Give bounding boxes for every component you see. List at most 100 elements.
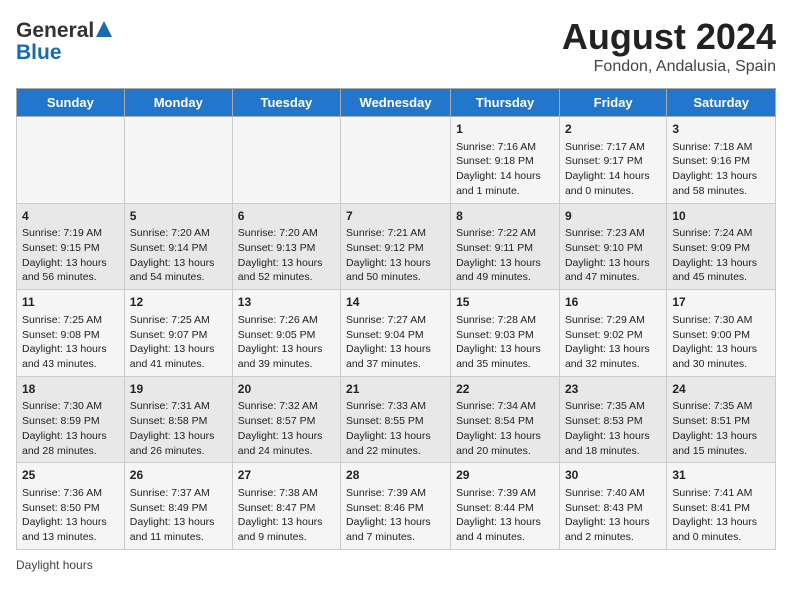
- calendar-cell: 23Sunrise: 7:35 AM Sunset: 8:53 PM Dayli…: [559, 376, 666, 463]
- day-of-week-header: Saturday: [667, 89, 776, 117]
- day-info: Sunrise: 7:22 AM Sunset: 9:11 PM Dayligh…: [456, 226, 554, 285]
- day-info: Sunrise: 7:24 AM Sunset: 9:09 PM Dayligh…: [672, 226, 770, 285]
- calendar-cell: 24Sunrise: 7:35 AM Sunset: 8:51 PM Dayli…: [667, 376, 776, 463]
- day-info: Sunrise: 7:30 AM Sunset: 9:00 PM Dayligh…: [672, 313, 770, 372]
- day-info: Sunrise: 7:21 AM Sunset: 9:12 PM Dayligh…: [346, 226, 445, 285]
- calendar-week-row: 18Sunrise: 7:30 AM Sunset: 8:59 PM Dayli…: [17, 376, 776, 463]
- day-number: 19: [130, 381, 227, 398]
- day-of-week-header: Monday: [124, 89, 232, 117]
- day-info: Sunrise: 7:36 AM Sunset: 8:50 PM Dayligh…: [22, 486, 119, 545]
- calendar-week-row: 25Sunrise: 7:36 AM Sunset: 8:50 PM Dayli…: [17, 463, 776, 550]
- day-number: 7: [346, 208, 445, 225]
- day-info: Sunrise: 7:32 AM Sunset: 8:57 PM Dayligh…: [238, 399, 335, 458]
- logo-blue-text: Blue: [16, 41, 62, 64]
- day-info: Sunrise: 7:30 AM Sunset: 8:59 PM Dayligh…: [22, 399, 119, 458]
- logo-general-text: General: [16, 20, 94, 41]
- day-number: 27: [238, 467, 335, 484]
- calendar-cell: 21Sunrise: 7:33 AM Sunset: 8:55 PM Dayli…: [341, 376, 451, 463]
- day-number: 14: [346, 294, 445, 311]
- day-info: Sunrise: 7:31 AM Sunset: 8:58 PM Dayligh…: [130, 399, 227, 458]
- calendar-cell: 8Sunrise: 7:22 AM Sunset: 9:11 PM Daylig…: [451, 203, 560, 290]
- calendar-cell: 30 Sunrise: 7:40 AM Sunset: 8:43 PM Dayli…: [559, 463, 666, 550]
- calendar-cell: [17, 117, 125, 204]
- calendar-cell: 26 Sunrise: 7:37 AM Sunset: 8:49 PM Dayli…: [124, 463, 232, 550]
- day-number: 10: [672, 208, 770, 225]
- day-info: Sunrise: 7:23 AM Sunset: 9:10 PM Dayligh…: [565, 226, 661, 285]
- calendar-cell: 2 Sunrise: 7:17 AM Sunset: 9:17 PM Daylig…: [559, 117, 666, 204]
- day-of-week-header: Wednesday: [341, 89, 451, 117]
- footer: Daylight hours: [16, 558, 776, 572]
- calendar-cell: 14Sunrise: 7:27 AM Sunset: 9:04 PM Dayli…: [341, 290, 451, 377]
- day-number: 31: [672, 467, 770, 484]
- calendar-cell: 1 Sunrise: 7:16 AM Sunset: 9:18 PM Daylig…: [451, 117, 560, 204]
- day-info: Sunrise: 7:16 AM Sunset: 9:18 PM Dayligh…: [456, 140, 554, 199]
- day-info: Sunrise: 7:35 AM Sunset: 8:53 PM Dayligh…: [565, 399, 661, 458]
- calendar-cell: 7Sunrise: 7:21 AM Sunset: 9:12 PM Daylig…: [341, 203, 451, 290]
- day-number: 30: [565, 467, 661, 484]
- day-info: Sunrise: 7:25 AM Sunset: 9:08 PM Dayligh…: [22, 313, 119, 372]
- calendar-cell: [124, 117, 232, 204]
- day-info: Sunrise: 7:25 AM Sunset: 9:07 PM Dayligh…: [130, 313, 227, 372]
- calendar-cell: 3 Sunrise: 7:18 AM Sunset: 9:16 PM Daylig…: [667, 117, 776, 204]
- day-info: Sunrise: 7:26 AM Sunset: 9:05 PM Dayligh…: [238, 313, 335, 372]
- calendar-cell: 16 Sunrise: 7:29 AM Sunset: 9:02 PM Dayli…: [559, 290, 666, 377]
- day-number: 24: [672, 381, 770, 398]
- day-number: 22: [456, 381, 554, 398]
- day-number: 17: [672, 294, 770, 311]
- calendar-cell: [232, 117, 340, 204]
- calendar-week-row: 4Sunrise: 7:19 AM Sunset: 9:15 PM Daylig…: [17, 203, 776, 290]
- day-number: 1: [456, 121, 554, 138]
- day-info: Sunrise: 7:41 AM Sunset: 8:41 PM Dayligh…: [672, 486, 770, 545]
- day-number: 8: [456, 208, 554, 225]
- calendar-cell: 29 Sunrise: 7:39 AM Sunset: 8:44 PM Dayli…: [451, 463, 560, 550]
- day-number: 28: [346, 467, 445, 484]
- day-number: 5: [130, 208, 227, 225]
- day-info: Sunrise: 7:33 AM Sunset: 8:55 PM Dayligh…: [346, 399, 445, 458]
- day-of-week-header: Friday: [559, 89, 666, 117]
- day-info: Sunrise: 7:39 AM Sunset: 8:44 PM Dayligh…: [456, 486, 554, 545]
- day-info: Sunrise: 7:20 AM Sunset: 9:13 PM Dayligh…: [238, 226, 335, 285]
- calendar-cell: [341, 117, 451, 204]
- logo: General Blue: [16, 16, 116, 65]
- calendar-week-row: 11Sunrise: 7:25 AM Sunset: 9:08 PM Dayli…: [17, 290, 776, 377]
- day-number: 15: [456, 294, 554, 311]
- calendar-cell: 4Sunrise: 7:19 AM Sunset: 9:15 PM Daylig…: [17, 203, 125, 290]
- day-number: 29: [456, 467, 554, 484]
- calendar-cell: 15Sunrise: 7:28 AM Sunset: 9:03 PM Dayli…: [451, 290, 560, 377]
- calendar-cell: 28 Sunrise: 7:39 AM Sunset: 8:46 PM Dayli…: [341, 463, 451, 550]
- logo-triangle-icon: [96, 21, 112, 41]
- day-info: Sunrise: 7:37 AM Sunset: 8:49 PM Dayligh…: [130, 486, 227, 545]
- calendar-cell: 11Sunrise: 7:25 AM Sunset: 9:08 PM Dayli…: [17, 290, 125, 377]
- day-number: 23: [565, 381, 661, 398]
- calendar-cell: 22Sunrise: 7:34 AM Sunset: 8:54 PM Dayli…: [451, 376, 560, 463]
- day-info: Sunrise: 7:17 AM Sunset: 9:17 PM Dayligh…: [565, 140, 661, 199]
- day-info: Sunrise: 7:35 AM Sunset: 8:51 PM Dayligh…: [672, 399, 770, 458]
- day-number: 6: [238, 208, 335, 225]
- calendar-cell: 20Sunrise: 7:32 AM Sunset: 8:57 PM Dayli…: [232, 376, 340, 463]
- calendar-cell: 27 Sunrise: 7:38 AM Sunset: 8:47 PM Dayli…: [232, 463, 340, 550]
- day-info: Sunrise: 7:18 AM Sunset: 9:16 PM Dayligh…: [672, 140, 770, 199]
- day-info: Sunrise: 7:38 AM Sunset: 8:47 PM Dayligh…: [238, 486, 335, 545]
- day-of-week-header: Sunday: [17, 89, 125, 117]
- calendar-cell: 5Sunrise: 7:20 AM Sunset: 9:14 PM Daylig…: [124, 203, 232, 290]
- day-number: 3: [672, 121, 770, 138]
- day-number: 2: [565, 121, 661, 138]
- day-number: 26: [130, 467, 227, 484]
- calendar-cell: 17 Sunrise: 7:30 AM Sunset: 9:00 PM Dayli…: [667, 290, 776, 377]
- calendar-cell: 31 Sunrise: 7:41 AM Sunset: 8:41 PM Dayli…: [667, 463, 776, 550]
- day-number: 16: [565, 294, 661, 311]
- day-number: 20: [238, 381, 335, 398]
- day-number: 4: [22, 208, 119, 225]
- day-info: Sunrise: 7:39 AM Sunset: 8:46 PM Dayligh…: [346, 486, 445, 545]
- day-info: Sunrise: 7:29 AM Sunset: 9:02 PM Dayligh…: [565, 313, 661, 372]
- day-info: Sunrise: 7:20 AM Sunset: 9:14 PM Dayligh…: [130, 226, 227, 285]
- day-number: 18: [22, 381, 119, 398]
- calendar-cell: 18Sunrise: 7:30 AM Sunset: 8:59 PM Dayli…: [17, 376, 125, 463]
- day-info: Sunrise: 7:40 AM Sunset: 8:43 PM Dayligh…: [565, 486, 661, 545]
- daylight-label: Daylight hours: [16, 558, 93, 572]
- calendar-cell: 19Sunrise: 7:31 AM Sunset: 8:58 PM Dayli…: [124, 376, 232, 463]
- calendar-cell: 9Sunrise: 7:23 AM Sunset: 9:10 PM Daylig…: [559, 203, 666, 290]
- calendar-header-row: SundayMondayTuesdayWednesdayThursdayFrid…: [17, 89, 776, 117]
- day-number: 9: [565, 208, 661, 225]
- page-header: General Blue August 2024 Fondon, Andalus…: [16, 16, 776, 76]
